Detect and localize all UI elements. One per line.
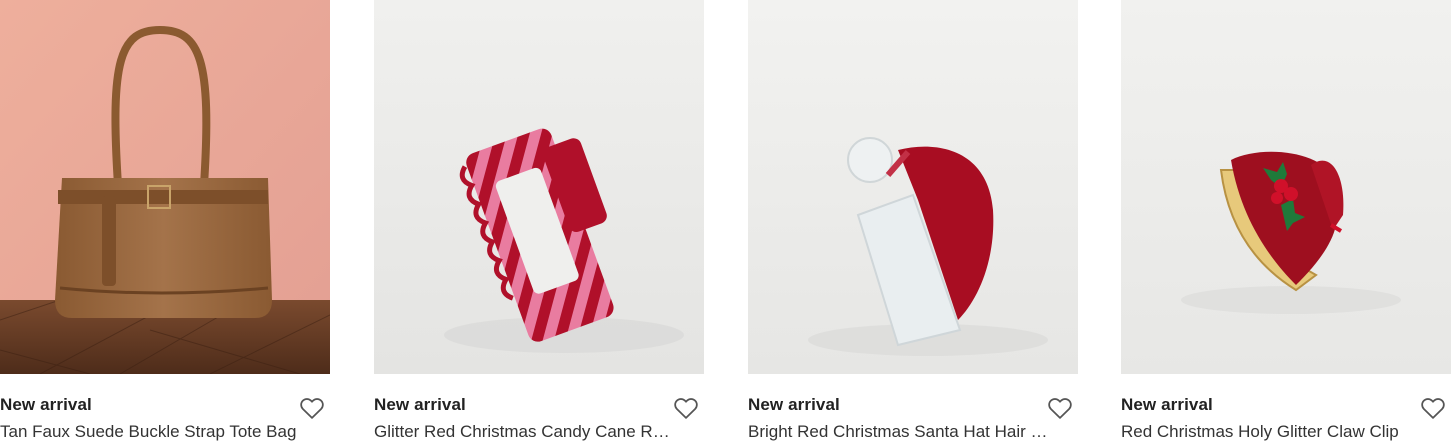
heart-outline-icon[interactable] [298,394,326,422]
product-card[interactable]: New arrival Bright Red Christmas Santa H… [748,0,1078,447]
product-title[interactable]: Bright Red Christmas Santa Hat Hair Clip [748,422,1048,442]
product-card[interactable]: New arrival Glitter Red Christmas Candy … [374,0,704,447]
heart-outline-icon[interactable] [672,394,700,422]
product-title[interactable]: Red Christmas Holy Glitter Claw Clip [1121,422,1421,442]
product-image[interactable] [0,0,330,374]
product-image[interactable] [748,0,1078,374]
product-image[interactable] [1121,0,1451,374]
product-card[interactable]: New arrival Red Christmas Holy Glitter C… [1121,0,1451,447]
new-arrival-badge: New arrival [748,395,840,414]
product-card[interactable]: New arrival Tan Faux Suede Buckle Strap … [0,0,330,447]
product-title[interactable]: Glitter Red Christmas Candy Cane Rectang… [374,422,674,442]
product-grid: New arrival Tan Faux Suede Buckle Strap … [0,0,1453,447]
new-arrival-badge: New arrival [0,395,92,414]
product-title[interactable]: Tan Faux Suede Buckle Strap Tote Bag [0,422,300,442]
heart-outline-icon[interactable] [1419,394,1447,422]
new-arrival-badge: New arrival [374,395,466,414]
new-arrival-badge: New arrival [1121,395,1213,414]
product-image[interactable] [374,0,704,374]
heart-outline-icon[interactable] [1046,394,1074,422]
